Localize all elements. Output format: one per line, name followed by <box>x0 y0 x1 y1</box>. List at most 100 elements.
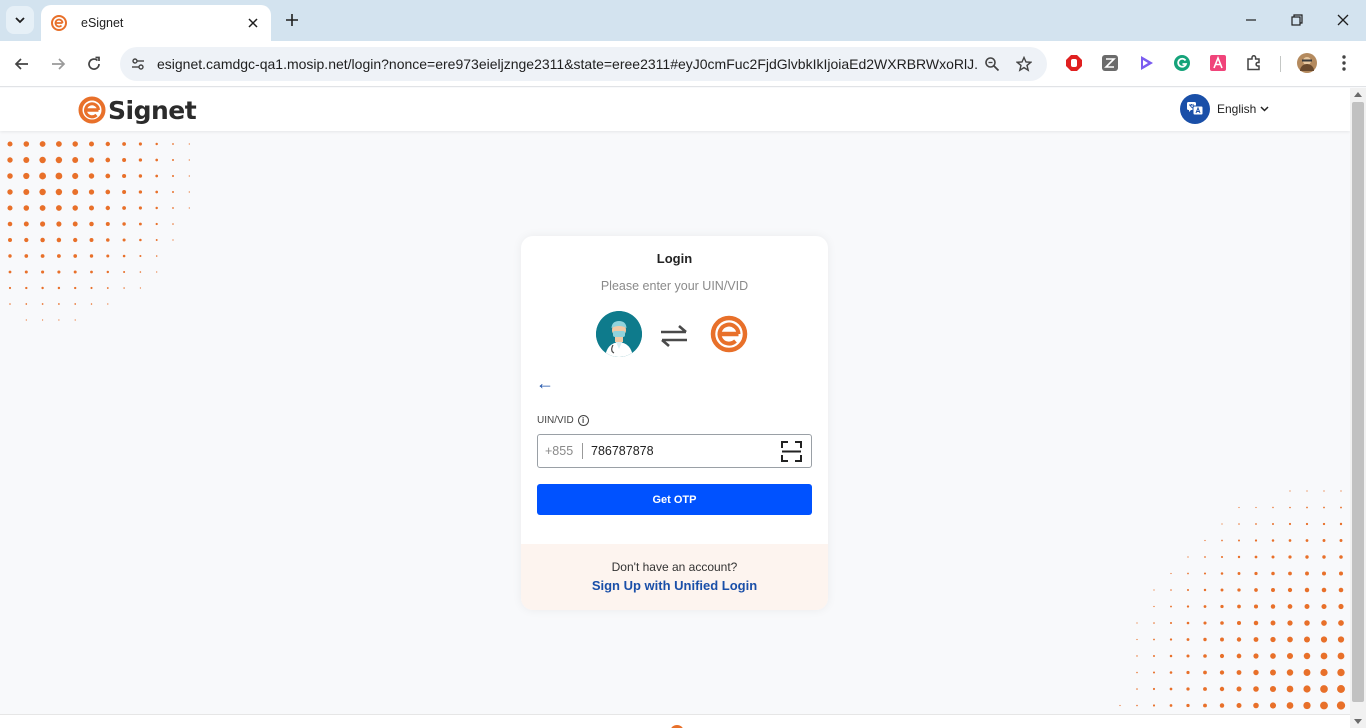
prefix-divider <box>582 443 583 459</box>
signup-footer: Don't have an account? Sign Up with Unif… <box>521 544 828 610</box>
reload-button[interactable] <box>81 51 107 77</box>
decorative-dot <box>7 173 13 179</box>
decorative-dot <box>1236 653 1242 659</box>
decorative-dot <box>139 238 142 242</box>
qr-scan-icon[interactable] <box>781 441 802 462</box>
decorative-dot <box>138 174 143 178</box>
new-tab-button[interactable] <box>282 10 302 30</box>
decorative-dot <box>1338 620 1344 626</box>
get-otp-button[interactable]: Get OTP <box>537 484 812 515</box>
decorative-dot <box>1170 589 1172 591</box>
minimize-button[interactable] <box>1238 8 1264 32</box>
decorative-dot <box>172 207 174 209</box>
decorative-dot <box>1219 686 1225 692</box>
decorative-dot <box>139 254 142 258</box>
decorative-dot <box>138 222 142 226</box>
extension-zotero[interactable] <box>1100 53 1120 73</box>
close-window-button[interactable] <box>1330 8 1356 32</box>
decorative-dot <box>122 222 126 226</box>
decorative-dot <box>74 303 77 305</box>
uin-vid-value[interactable]: 786787878 <box>591 444 654 458</box>
extension-adblock[interactable] <box>1064 53 1084 73</box>
decorative-dot <box>1219 703 1225 708</box>
close-icon <box>248 18 258 28</box>
decorative-dot <box>7 205 13 211</box>
decorative-dot <box>155 239 158 241</box>
language-selector[interactable]: English <box>1180 94 1269 124</box>
page-scrollbar[interactable] <box>1350 88 1366 728</box>
decorative-dot <box>1236 703 1242 708</box>
arrow-right-icon <box>52 58 66 70</box>
relying-party-logo <box>596 311 642 357</box>
decorative-dot <box>72 157 79 163</box>
decorative-dot <box>1186 670 1190 675</box>
decorative-dot <box>1169 621 1173 625</box>
extensions-menu-button[interactable] <box>1244 53 1264 73</box>
decorative-dot <box>7 141 13 147</box>
decorative-dot <box>1286 669 1294 676</box>
decorative-dot <box>1287 620 1293 626</box>
profile-button[interactable] <box>1297 53 1317 73</box>
decorative-dot <box>155 158 159 162</box>
browser-menu-button[interactable] <box>1334 53 1354 73</box>
decorative-dot <box>9 303 11 305</box>
bookmark-button[interactable] <box>1014 54 1034 74</box>
decorative-dot <box>1289 506 1291 509</box>
decorative-dot <box>1136 704 1138 707</box>
restore-button[interactable] <box>1284 8 1310 32</box>
decorative-dot <box>7 221 13 227</box>
browser-tab[interactable]: eSignet <box>41 5 271 41</box>
decorative-dot <box>1255 506 1257 509</box>
decorative-dot <box>105 221 110 227</box>
tab-close-button[interactable] <box>245 15 261 31</box>
site-info-button[interactable] <box>128 54 148 74</box>
back-arrow-button[interactable]: ← <box>536 374 554 392</box>
decorative-dot <box>23 141 30 147</box>
page-content: Signet English Login Please enter your U… <box>0 88 1350 728</box>
chevron-down-icon <box>15 17 25 24</box>
scroll-up-arrow-icon[interactable] <box>1354 92 1362 97</box>
extension-font[interactable] <box>1208 53 1228 73</box>
toolbar-separator <box>1280 56 1281 72</box>
decorative-dot <box>1337 652 1345 660</box>
profile-avatar-icon <box>1297 53 1317 73</box>
esignet-logo[interactable]: Signet <box>78 94 197 126</box>
decorative-dot <box>1304 620 1310 626</box>
decorative-dot <box>57 254 61 258</box>
zotero-icon <box>1102 55 1118 71</box>
adblock-icon <box>1066 55 1082 71</box>
decorative-dot <box>1289 490 1291 492</box>
decorative-dot <box>1320 685 1328 693</box>
decorative-dot <box>73 270 77 274</box>
extension-grammarly[interactable] <box>1172 53 1192 73</box>
decorative-dot <box>1320 652 1328 660</box>
decorative-dot <box>105 157 111 163</box>
decorative-dot <box>1323 490 1325 492</box>
back-button[interactable] <box>9 51 35 77</box>
decorative-dot <box>1255 523 1257 525</box>
decorative-dot <box>1221 523 1223 525</box>
decorative-dot <box>172 159 174 161</box>
tab-search-button[interactable] <box>6 6 34 34</box>
zoom-button[interactable] <box>982 54 1002 74</box>
grammarly-icon <box>1174 55 1190 71</box>
uin-vid-input[interactable]: +855 786787878 <box>537 434 812 468</box>
decorative-dot <box>1322 555 1326 559</box>
decorative-dot <box>1271 571 1275 576</box>
decorative-dot <box>122 238 126 242</box>
decorative-dot <box>72 172 79 180</box>
signup-link[interactable]: Sign Up with Unified Login <box>521 578 828 593</box>
decorative-dot <box>1203 588 1207 592</box>
info-icon[interactable]: i <box>577 415 589 426</box>
address-bar[interactable]: esignet.camdgc-qa1.mosip.net/login?nonce… <box>120 47 1047 81</box>
decorative-dot <box>1119 704 1121 707</box>
extension-video[interactable] <box>1136 53 1156 73</box>
decorative-dot <box>1237 588 1241 592</box>
decorative-dot <box>41 286 44 290</box>
scroll-thumb[interactable] <box>1352 102 1364 702</box>
scroll-down-arrow-icon[interactable] <box>1354 719 1362 724</box>
url-text[interactable]: esignet.camdgc-qa1.mosip.net/login?nonce… <box>157 56 977 72</box>
decorative-dot <box>1286 685 1294 693</box>
swap-arrows-icon <box>661 325 687 347</box>
forward-button[interactable] <box>45 51 71 77</box>
